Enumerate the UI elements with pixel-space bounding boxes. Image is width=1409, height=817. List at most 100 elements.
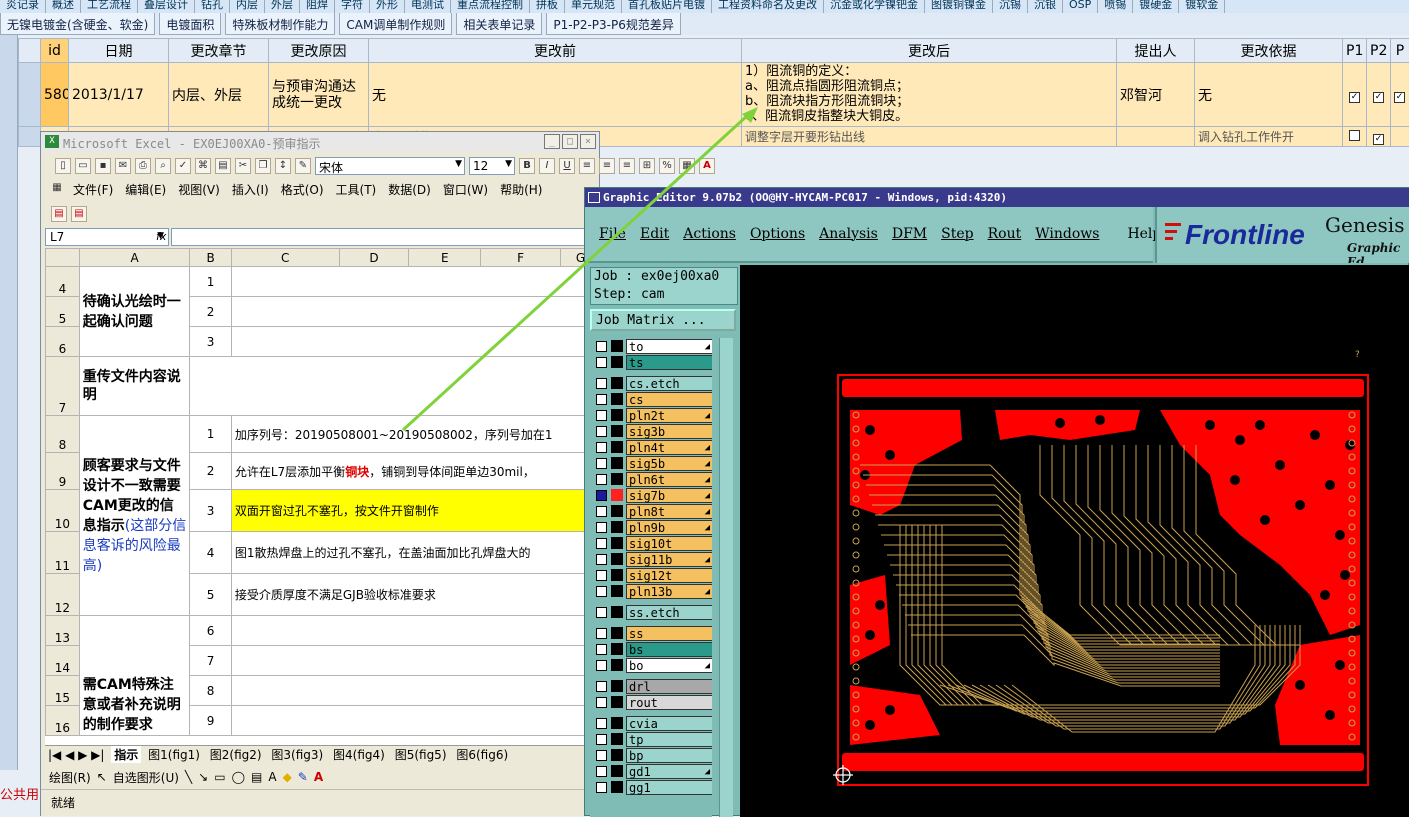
textbox-icon[interactable]: ▤ xyxy=(251,770,262,784)
layer-checkbox[interactable] xyxy=(596,522,607,533)
new-icon[interactable]: ▯ xyxy=(55,158,71,174)
menu-windows[interactable]: Windows xyxy=(1035,226,1099,242)
genesis-titlebar[interactable]: Graphic Editor 9.07b2 (OO@HY-HYCAM-PC017… xyxy=(585,188,1409,207)
print-icon[interactable]: ⎙ xyxy=(135,158,151,174)
layer-scrollbar[interactable] xyxy=(719,338,733,817)
align-right-icon[interactable]: ≡ xyxy=(619,158,635,174)
layer-checkbox[interactable] xyxy=(596,718,607,729)
col-chapter[interactable]: 更改章节 xyxy=(169,39,269,63)
layer-row-to[interactable]: to◢ xyxy=(593,338,712,354)
layer-name[interactable]: cs xyxy=(626,392,712,407)
col-header-a[interactable]: A xyxy=(79,249,190,267)
layer-color-swatch[interactable] xyxy=(611,377,623,389)
menu-data[interactable]: 数据(D) xyxy=(384,181,435,198)
layer-row-cs[interactable]: cs xyxy=(593,391,712,407)
cell-b[interactable]: 1 xyxy=(190,416,231,453)
layer-name[interactable]: pln8t◢ xyxy=(626,504,712,519)
layer-row-bo[interactable]: bo◢ xyxy=(593,657,712,673)
layer-checkbox[interactable] xyxy=(596,681,607,692)
row-header[interactable]: 11 xyxy=(46,532,80,574)
layer-name[interactable]: pln13b◢ xyxy=(626,584,712,599)
menu-format[interactable]: 格式(O) xyxy=(277,181,328,198)
select-arrow-icon[interactable]: ↖ xyxy=(97,770,107,784)
cell-c-highlight[interactable]: 双面开窗过孔不塞孔，按文件开窗制作 xyxy=(231,490,600,532)
layer-color-swatch[interactable] xyxy=(611,356,623,368)
excel-window[interactable]: X Microsoft Excel - EX0EJ00XA0-预审指示 _ □ … xyxy=(40,131,600,816)
menu-insert[interactable]: 插入(I) xyxy=(228,181,273,198)
col-date[interactable]: 日期 xyxy=(69,39,169,63)
chart-icon[interactable]: ▤ xyxy=(215,158,231,174)
layer-name[interactable]: to◢ xyxy=(626,339,712,354)
top-tab[interactable]: OSP xyxy=(1063,0,1098,13)
layer-name[interactable]: bo◢ xyxy=(626,658,712,673)
top-tab[interactable]: 概述 xyxy=(46,0,81,13)
top-tab[interactable]: 沉银 xyxy=(1028,0,1063,13)
col-p[interactable]: P xyxy=(1391,39,1409,63)
layer-name[interactable]: ts xyxy=(626,355,712,370)
layer-checkbox[interactable] xyxy=(596,538,607,549)
layer-color-swatch[interactable] xyxy=(611,585,623,597)
menu-tools[interactable]: 工具(T) xyxy=(332,181,381,198)
layer-checkbox[interactable] xyxy=(596,586,607,597)
cut-icon[interactable]: ✂ xyxy=(235,158,251,174)
cell-b[interactable]: 9 xyxy=(190,706,231,736)
row-header[interactable]: 10 xyxy=(46,490,80,532)
cell-c[interactable] xyxy=(231,267,600,297)
sort-icon[interactable]: ↕ xyxy=(275,158,291,174)
copy-icon[interactable]: ❐ xyxy=(255,158,271,174)
top-tab[interactable]: 工艺流程 xyxy=(81,0,138,13)
row-header[interactable]: 9 xyxy=(46,453,80,490)
sheet-tab[interactable]: 图5(fig5) xyxy=(392,746,450,763)
menu-options[interactable]: Options xyxy=(750,226,805,242)
menu-window[interactable]: 窗口(W) xyxy=(439,181,492,198)
col-p2[interactable]: P2 xyxy=(1367,39,1391,63)
layer-checkbox[interactable] xyxy=(596,766,607,777)
select-all[interactable] xyxy=(46,249,80,267)
menu-help[interactable]: 帮助(H) xyxy=(496,181,546,198)
top-tab[interactable]: 钻孔 xyxy=(195,0,230,13)
layer-row-pln8t[interactable]: pln8t◢ xyxy=(593,503,712,519)
layer-row-sig5b[interactable]: sig5b◢ xyxy=(593,455,712,471)
bold-button[interactable]: B xyxy=(519,158,535,174)
menu-edit[interactable]: 编辑(E) xyxy=(121,181,170,198)
sub-tab[interactable]: 无镍电镀金(含硬金、软金) xyxy=(0,13,155,35)
layer-row-gg1[interactable]: gg1 xyxy=(593,779,712,795)
layer-color-swatch[interactable] xyxy=(611,733,623,745)
merged-cell-a4[interactable]: 待确认光绘时一起确认问题 xyxy=(79,267,190,357)
p-checkbox[interactable]: ✓ xyxy=(1394,92,1405,103)
layer-checkbox[interactable] xyxy=(596,644,607,655)
cell-c[interactable]: 图1散热焊盘上的过孔不塞孔，在盖油面加比孔焊盘大的 xyxy=(231,532,600,574)
cell-b[interactable]: 3 xyxy=(190,490,231,532)
layer-checkbox[interactable] xyxy=(596,378,607,389)
cell-c[interactable] xyxy=(231,327,600,357)
sheet-tab[interactable]: 图1(fig1) xyxy=(145,746,203,763)
row-header[interactable]: 15 xyxy=(46,676,80,706)
top-tab[interactable]: 重点流程控制 xyxy=(451,0,530,13)
layer-color-swatch[interactable] xyxy=(611,606,623,618)
col-reason[interactable]: 更改原因 xyxy=(269,39,369,63)
layer-color-swatch[interactable] xyxy=(611,696,623,708)
draw-menu[interactable]: 绘图(R) xyxy=(49,769,91,786)
p2-checkbox[interactable]: ✓ xyxy=(1373,134,1384,145)
col-p1[interactable]: P1 xyxy=(1343,39,1367,63)
line-color-icon[interactable]: ✎ xyxy=(298,770,308,784)
layer-checkbox[interactable] xyxy=(596,490,607,501)
minimize-button[interactable]: _ xyxy=(544,134,560,149)
top-tab[interactable]: 镀软金 xyxy=(1179,0,1225,13)
merged-cell-a7[interactable]: 重传文件内容说明 xyxy=(79,357,190,416)
layer-checkbox[interactable] xyxy=(596,506,607,517)
layer-checkbox[interactable] xyxy=(596,458,607,469)
layer-color-swatch[interactable] xyxy=(611,749,623,761)
sheet-tab[interactable]: 图6(fig6) xyxy=(453,746,511,763)
menu-step[interactable]: Step xyxy=(941,226,973,242)
row-header[interactable]: 5 xyxy=(46,297,80,327)
row-header[interactable]: 14 xyxy=(46,646,80,676)
layer-color-swatch[interactable] xyxy=(611,489,623,501)
layer-color-swatch[interactable] xyxy=(611,781,623,793)
font-color-icon[interactable]: A xyxy=(699,158,715,174)
layer-row-drl[interactable]: drl xyxy=(593,678,712,694)
rectangle-icon[interactable]: ▭ xyxy=(214,770,225,784)
cell-b[interactable]: 7 xyxy=(190,646,231,676)
layer-row-sig12t[interactable]: sig12t xyxy=(593,567,712,583)
genesis-window[interactable]: Graphic Editor 9.07b2 (OO@HY-HYCAM-PC017… xyxy=(584,187,1409,816)
